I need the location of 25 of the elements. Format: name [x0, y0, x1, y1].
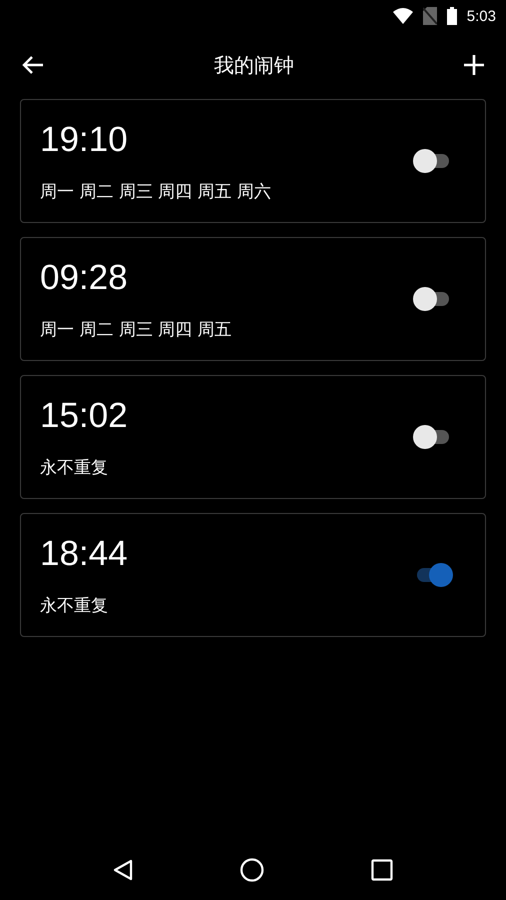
alarm-time: 09:28 [40, 258, 129, 298]
triangle-back-icon [113, 859, 134, 881]
home-button[interactable] [238, 856, 266, 884]
plus-icon [464, 55, 484, 75]
battery-icon [446, 7, 457, 25]
square-recents-icon [370, 859, 393, 881]
alarm-repeat-days: 永不重复 [40, 456, 128, 478]
back-arrow-icon [22, 55, 44, 75]
alarm-card[interactable]: 09:28 周一 周二 周三 周四 周五 [20, 237, 486, 361]
alarm-repeat-days: 永不重复 [40, 594, 128, 616]
alarm-repeat-days: 周一 周二 周三 周四 周五 [40, 318, 232, 340]
status-time: 5:03 [466, 8, 496, 24]
alarm-time: 19:10 [40, 120, 129, 160]
alarm-card[interactable]: 19:10 周一 周二 周三 周四 周五 周六 [20, 99, 486, 223]
alarm-card[interactable]: 18:44 永不重复 [20, 513, 486, 637]
wifi-icon [392, 8, 413, 24]
alarm-repeat-days: 周一 周二 周三 周四 周五 周六 [40, 180, 272, 202]
circle-home-icon [240, 858, 264, 882]
alarm-card[interactable]: 15:02 永不重复 [20, 375, 486, 499]
page-title: 我的闹钟 [214, 52, 294, 78]
alarm-time: 18:44 [40, 534, 128, 574]
add-button[interactable] [462, 53, 486, 77]
alarm-time: 15:02 [40, 396, 128, 436]
no-sim-icon [422, 7, 437, 25]
recents-button[interactable] [368, 857, 395, 883]
